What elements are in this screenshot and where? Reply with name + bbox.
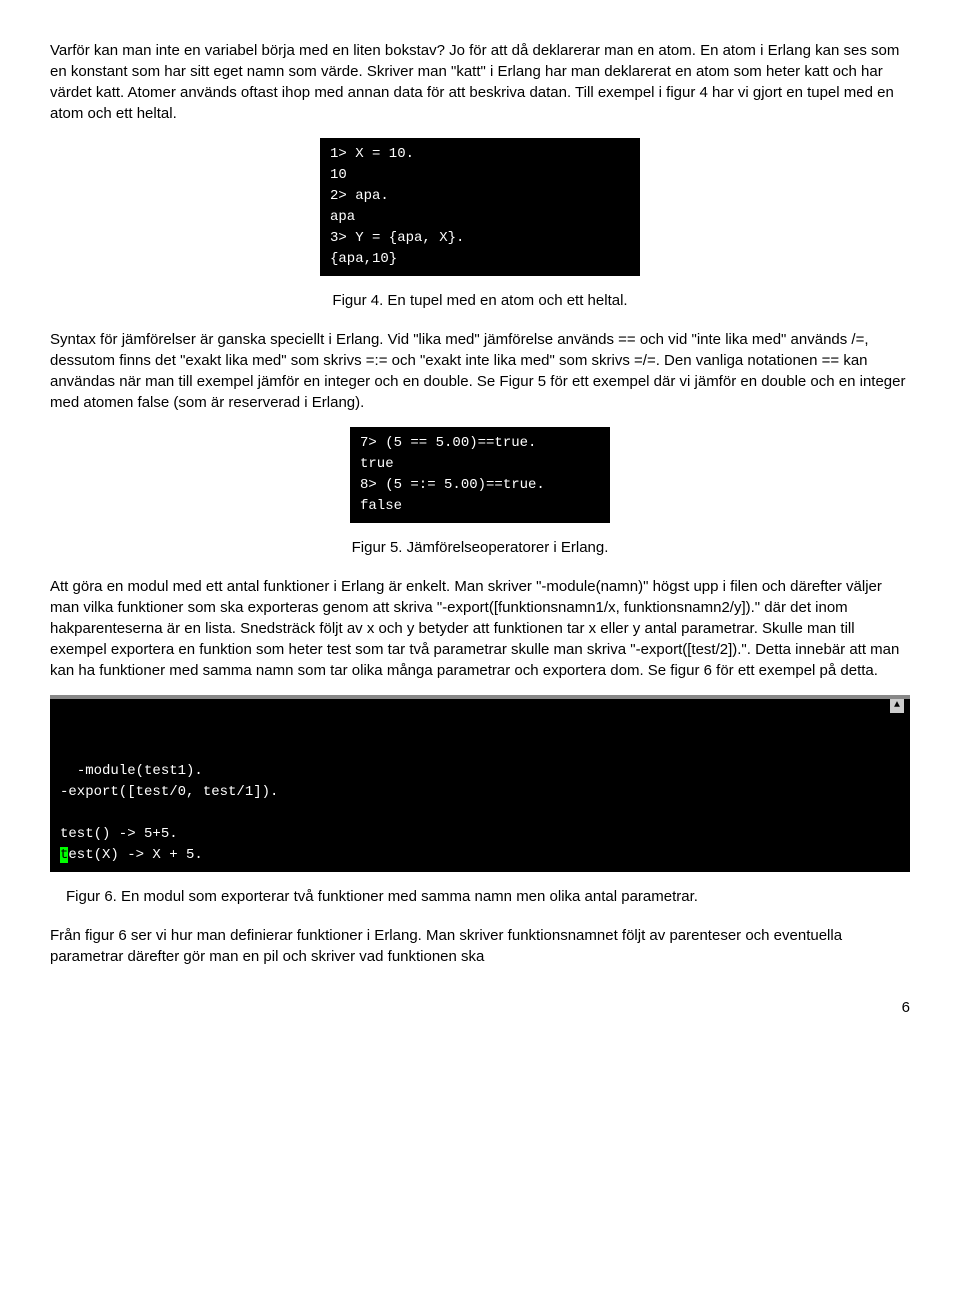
page-number: 6	[50, 997, 910, 1018]
paragraph-1: Varför kan man inte en variabel börja me…	[50, 40, 910, 124]
code-suffix: est(X) -> X + 5.	[68, 847, 202, 863]
code-figure-5: 7> (5 == 5.00)==true. true 8> (5 =:= 5.0…	[350, 427, 610, 523]
code-figure-4: 1> X = 10. 10 2> apa. apa 3> Y = {apa, X…	[320, 138, 640, 276]
paragraph-2: Syntax för jämförelser är ganska speciel…	[50, 329, 910, 413]
paragraph-3: Att göra en modul med ett antal funktion…	[50, 576, 910, 681]
code-prefix: -module(test1). -export([test/0, test/1]…	[60, 763, 278, 842]
paragraph-4: Från figur 6 ser vi hur man definierar f…	[50, 925, 910, 967]
caption-figure-5: Figur 5. Jämförelseoperatorer i Erlang.	[50, 537, 910, 558]
caption-figure-4: Figur 4. En tupel med en atom och ett he…	[50, 290, 910, 311]
editor-topbar	[50, 695, 910, 699]
code-figure-6: ▲ -module(test1). -export([test/0, test/1…	[50, 695, 910, 872]
caption-figure-6: Figur 6. En modul som exporterar två fun…	[66, 886, 910, 907]
scroll-up-icon: ▲	[890, 699, 904, 713]
